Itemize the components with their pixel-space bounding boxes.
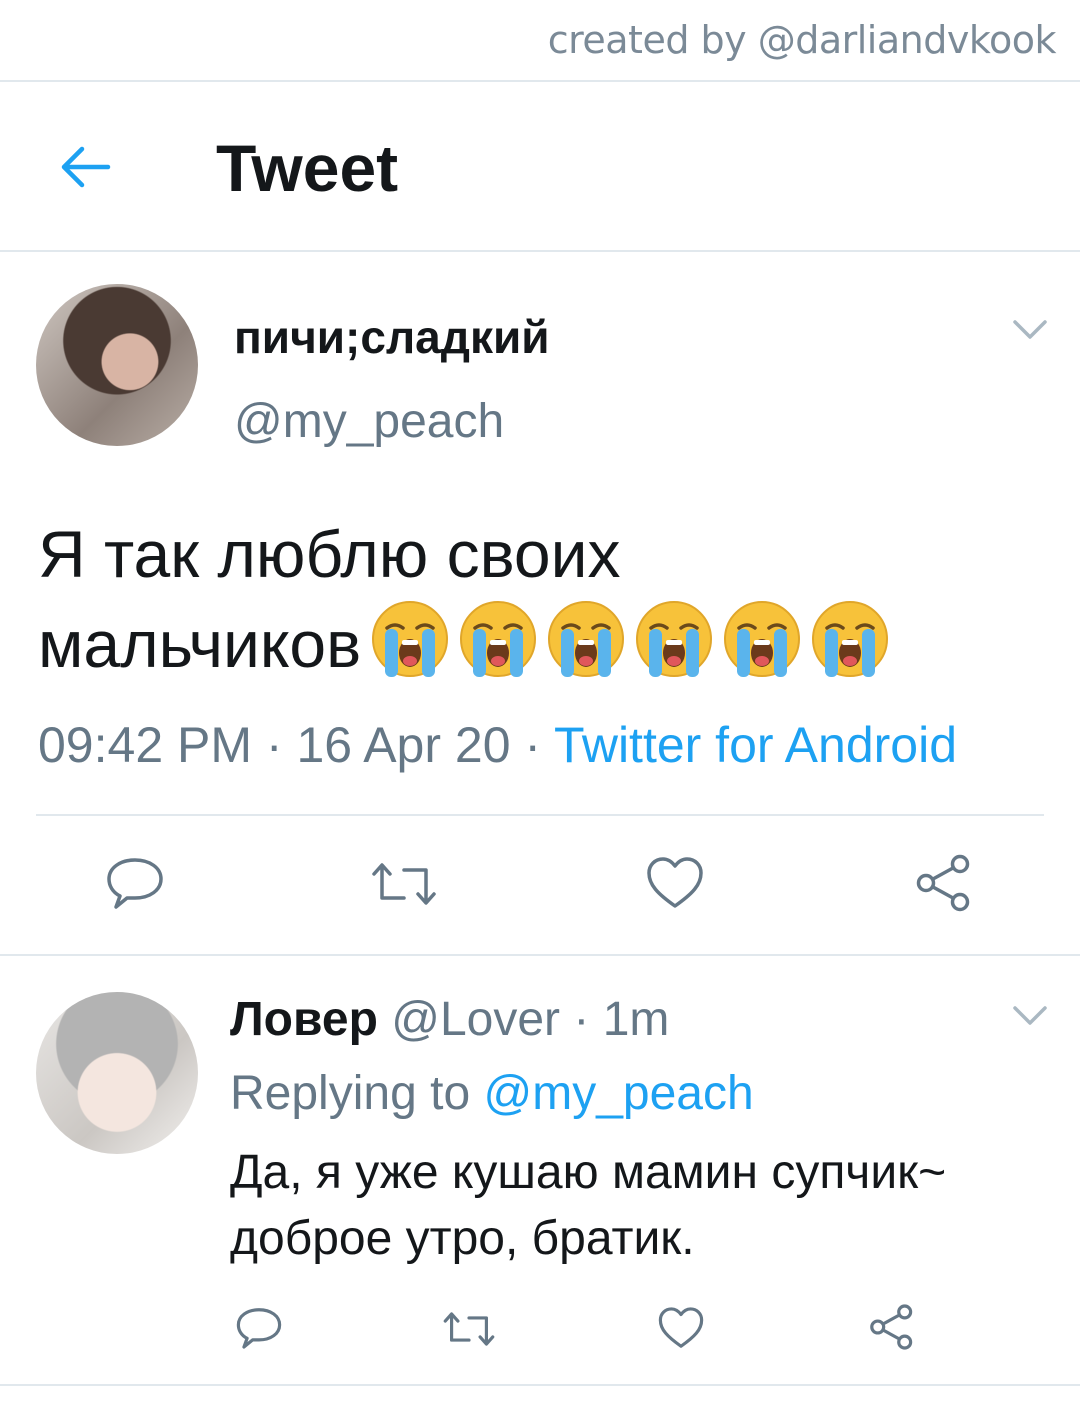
tweet-text: Я так люблю своих мальчиков — [38, 510, 1038, 701]
tweet-meta: 09:42 PM · 16 Apr 20 · Twitter for Andro… — [38, 716, 957, 774]
reply-display-name[interactable]: Ловер — [230, 993, 378, 1046]
chevron-down-icon[interactable] — [1012, 318, 1048, 342]
meta-separator: · — [560, 993, 603, 1046]
tweet-date: 16 Apr 20 — [296, 717, 511, 773]
loudly-crying-face-icon — [809, 598, 891, 701]
tweet-divider — [36, 814, 1044, 816]
mention-link[interactable]: @my_peach — [483, 1067, 753, 1120]
reply-icon — [236, 1308, 282, 1349]
heart-icon — [658, 1307, 704, 1348]
reply-time: 1m — [602, 993, 670, 1046]
like-button[interactable] — [646, 856, 704, 915]
reply-text-line: доброе утро, братик. — [230, 1212, 695, 1265]
tweet-text-line: Я так люблю своих — [38, 517, 621, 591]
meta-separator: · — [252, 717, 297, 773]
loudly-crying-face-icon — [633, 598, 715, 701]
retweet-button[interactable] — [442, 1310, 496, 1353]
reply-avatar[interactable] — [36, 992, 198, 1154]
bottom-divider — [0, 1384, 1080, 1386]
tweet-text-line: мальчиков — [38, 606, 362, 681]
meta-separator: · — [510, 717, 555, 773]
back-button[interactable] — [58, 140, 112, 194]
reply-icon — [107, 858, 163, 909]
page-title: Tweet — [216, 131, 399, 205]
loudly-crying-face-icon — [545, 598, 627, 701]
avatar[interactable] — [36, 284, 198, 446]
top-divider — [0, 80, 1080, 82]
section-divider — [0, 954, 1080, 956]
tweet-source-link[interactable]: Twitter for Android — [554, 717, 957, 773]
tweet-time: 09:42 PM — [38, 717, 253, 773]
loudly-crying-face-icon — [457, 598, 539, 701]
loudly-crying-face-icon — [721, 598, 803, 701]
replying-to: Replying to @my_peach — [230, 1066, 754, 1121]
retweet-icon — [372, 863, 436, 905]
share-icon — [870, 1304, 913, 1350]
arrow-left-icon — [61, 146, 111, 188]
reply-text: Да, я уже кушаю мамин супчик~ доброе утр… — [230, 1140, 1060, 1272]
reply-text-line: Да, я уже кушаю мамин супчик~ — [230, 1146, 947, 1199]
header-divider — [0, 250, 1080, 252]
creator-credit: created by @darliandvkook — [547, 18, 1057, 62]
loudly-crying-face-icon — [369, 598, 451, 701]
replying-label: Replying to — [230, 1067, 484, 1120]
display-name[interactable]: пичи;сладкий — [234, 310, 550, 364]
heart-icon — [647, 857, 703, 908]
reply-header: Ловер @Lover · 1m — [230, 992, 669, 1047]
share-icon — [916, 854, 970, 912]
like-button[interactable] — [658, 1306, 704, 1355]
retweet-icon — [443, 1312, 495, 1346]
chevron-down-icon[interactable] — [1012, 1004, 1048, 1028]
reply-handle[interactable]: @Lover — [391, 993, 560, 1046]
retweet-button[interactable] — [370, 860, 438, 913]
share-button[interactable] — [914, 854, 974, 917]
emoji-group — [369, 598, 897, 701]
user-handle[interactable]: @my_peach — [234, 394, 504, 449]
reply-button[interactable] — [106, 856, 164, 915]
reply-button[interactable] — [236, 1306, 282, 1355]
share-button[interactable] — [868, 1304, 916, 1355]
